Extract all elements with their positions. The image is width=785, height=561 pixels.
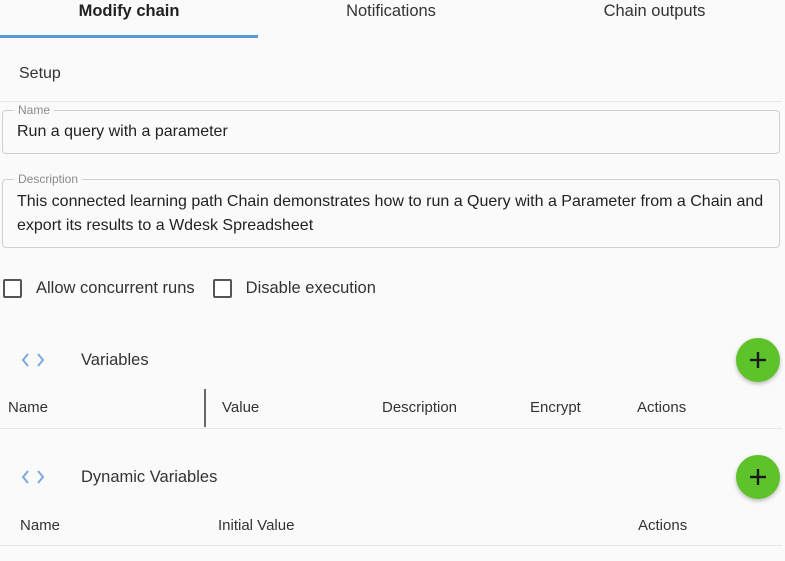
tab-bar: Modify chain Notifications Chain outputs xyxy=(0,0,785,38)
column-name[interactable]: Name xyxy=(20,517,60,534)
tab-chain-outputs[interactable]: Chain outputs xyxy=(524,0,785,38)
column-encrypt[interactable]: Encrypt xyxy=(530,399,581,416)
column-description[interactable]: Description xyxy=(382,399,457,416)
variables-title: Variables xyxy=(81,351,149,369)
name-field[interactable]: Name Run a query with a parameter xyxy=(2,103,780,154)
dynamic-variables-title: Dynamic Variables xyxy=(81,468,218,486)
column-actions[interactable]: Actions xyxy=(638,517,687,534)
setup-title: Setup xyxy=(19,65,61,82)
code-brackets-icon[interactable] xyxy=(20,350,46,370)
checkbox-label: Allow concurrent runs xyxy=(36,278,195,297)
column-name[interactable]: Name xyxy=(8,399,48,416)
add-dynamic-variable-button[interactable] xyxy=(736,455,780,499)
tab-notifications[interactable]: Notifications xyxy=(258,0,524,38)
add-variable-button[interactable] xyxy=(736,338,780,382)
plus-icon xyxy=(750,352,766,368)
tab-modify-chain[interactable]: Modify chain xyxy=(0,0,258,38)
name-field-value[interactable]: Run a query with a parameter xyxy=(3,111,779,144)
description-field-value[interactable]: This connected learning path Chain demon… xyxy=(3,180,779,238)
column-actions[interactable]: Actions xyxy=(637,399,686,416)
setup-divider xyxy=(0,101,782,102)
code-brackets-icon[interactable] xyxy=(20,467,46,487)
disable-execution-checkbox[interactable]: Disable execution xyxy=(212,278,376,298)
column-resize-handle[interactable] xyxy=(204,389,206,427)
variables-table-header: Name Value Description Encrypt Actions xyxy=(0,389,785,429)
plus-icon xyxy=(750,469,766,485)
dynamic-variables-table-divider xyxy=(0,545,782,546)
options-row: Allow concurrent runs Disable execution xyxy=(3,277,394,299)
variables-table-divider xyxy=(0,428,782,429)
description-field-label: Description xyxy=(14,172,83,186)
modify-chain-page: Modify chain Notifications Chain outputs… xyxy=(0,0,785,561)
description-field[interactable]: Description This connected learning path… xyxy=(2,172,780,248)
checkbox-box[interactable] xyxy=(3,278,22,298)
allow-concurrent-runs-checkbox[interactable]: Allow concurrent runs xyxy=(3,278,195,298)
column-initial-value[interactable]: Initial Value xyxy=(218,517,294,534)
variables-section-header: Variables xyxy=(0,336,785,386)
dynamic-variables-table-header: Name Initial Value Actions xyxy=(0,507,785,547)
checkbox-label: Disable execution xyxy=(245,278,376,297)
checkbox-box[interactable] xyxy=(212,278,232,298)
column-value[interactable]: Value xyxy=(222,399,259,416)
dynamic-variables-section-header: Dynamic Variables xyxy=(0,453,785,503)
name-field-label: Name xyxy=(14,103,55,117)
